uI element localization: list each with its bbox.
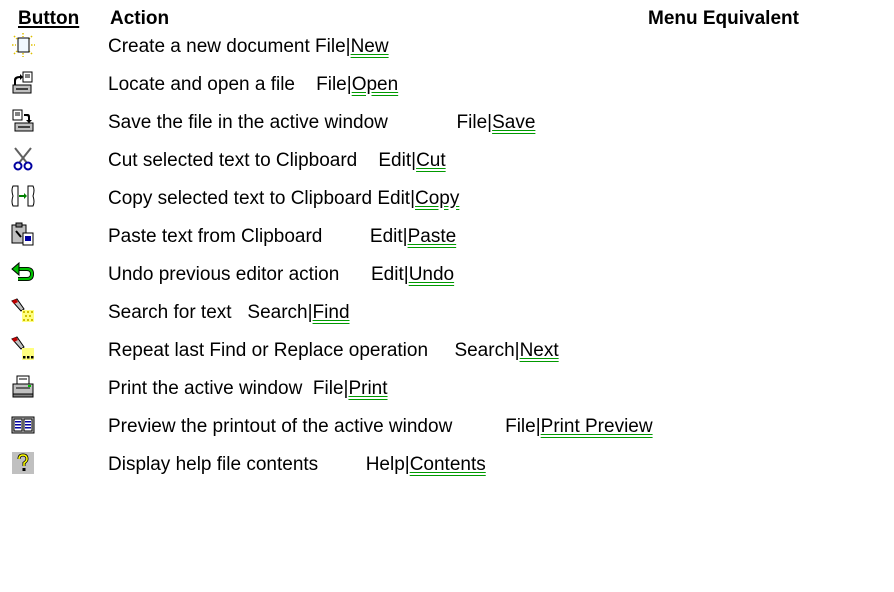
menu-path: Search| <box>454 340 520 361</box>
table-row: Preview the printout of the active windo… <box>0 416 894 454</box>
menu-link-open[interactable]: Open <box>352 74 398 95</box>
print-preview-icon <box>10 412 36 438</box>
open-file-icon <box>10 70 36 96</box>
table-row: Repeat last Find or Replace operation Se… <box>0 336 894 378</box>
menu-path: Edit| <box>377 188 416 209</box>
table-row: Paste text from Clipboard Edit|Paste <box>0 222 894 264</box>
menu-path: File| <box>456 112 493 133</box>
table-row: Copy selected text to Clipboard Edit|Cop… <box>0 185 894 226</box>
menu-link-find[interactable]: Find <box>313 302 350 323</box>
menu-path: Edit| <box>378 150 417 171</box>
action-text: Undo previous editor action <box>108 264 340 285</box>
menu-link-copy[interactable]: Copy <box>415 188 459 209</box>
menu-path: File| <box>316 74 352 95</box>
printer-icon <box>10 374 36 400</box>
table-row: Create a new document File|New <box>0 33 894 74</box>
column-header-button: Button <box>18 8 80 29</box>
undo-icon <box>10 260 36 286</box>
action-text: Print the active window <box>108 378 303 399</box>
column-header-action: Action <box>110 8 170 29</box>
table-row: Save the file in the active window File|… <box>0 109 894 150</box>
save-file-icon <box>10 108 36 134</box>
menu-link-cut[interactable]: Cut <box>416 150 446 171</box>
menu-path: Edit| <box>369 226 408 247</box>
table-row: Search for text Search|Find <box>0 298 894 340</box>
menu-path: File| <box>315 36 351 57</box>
menu-link-contents[interactable]: Contents <box>410 454 486 475</box>
paste-icon <box>10 222 36 248</box>
menu-path: Search| <box>247 302 313 323</box>
scissors-icon <box>10 146 36 172</box>
menu-path: File| <box>505 416 541 437</box>
menu-path: Help| <box>365 454 410 475</box>
action-text: Create a new document <box>108 36 310 57</box>
menu-link-print[interactable]: Print <box>348 378 387 399</box>
table-row: Undo previous editor action Edit|Undo <box>0 261 894 302</box>
menu-link-new[interactable]: New <box>351 36 389 57</box>
action-text: Locate and open a file <box>108 74 295 95</box>
action-text: Save the file in the active window <box>108 112 388 133</box>
table-row: Display help file contents Help|Contents <box>0 452 894 492</box>
menu-link-save[interactable]: Save <box>492 112 535 133</box>
action-text: Repeat last Find or Replace operation <box>108 340 429 361</box>
menu-link-undo[interactable]: Undo <box>409 264 454 285</box>
action-text: Display help file contents <box>108 454 319 475</box>
flashlight-next-icon <box>10 336 36 362</box>
menu-link-print-preview[interactable]: Print Preview <box>541 416 653 437</box>
new-document-icon <box>10 32 36 58</box>
menu-path: File| <box>312 378 349 399</box>
table-row: Cut selected text to Clipboard Edit|Cut <box>0 147 894 188</box>
table-row: Locate and open a file File|Open <box>0 71 894 112</box>
copy-icon <box>10 184 36 210</box>
help-question-icon <box>10 450 36 476</box>
action-text: Cut selected text to Clipboard <box>108 150 358 171</box>
table-row: Print the active window File|Print <box>0 375 894 416</box>
action-text: Paste text from Clipboard <box>108 226 323 247</box>
action-text: Preview the printout of the active windo… <box>108 416 453 437</box>
menu-link-paste[interactable]: Paste <box>408 226 457 247</box>
menu-path: Edit| <box>371 264 409 285</box>
flashlight-find-icon <box>10 298 36 324</box>
menu-link-next[interactable]: Next <box>520 340 559 361</box>
action-text: Search for text <box>108 302 232 323</box>
column-header-menu-equivalent: Menu Equivalent <box>648 8 799 29</box>
action-text: Copy selected text to Clipboard <box>108 188 373 209</box>
